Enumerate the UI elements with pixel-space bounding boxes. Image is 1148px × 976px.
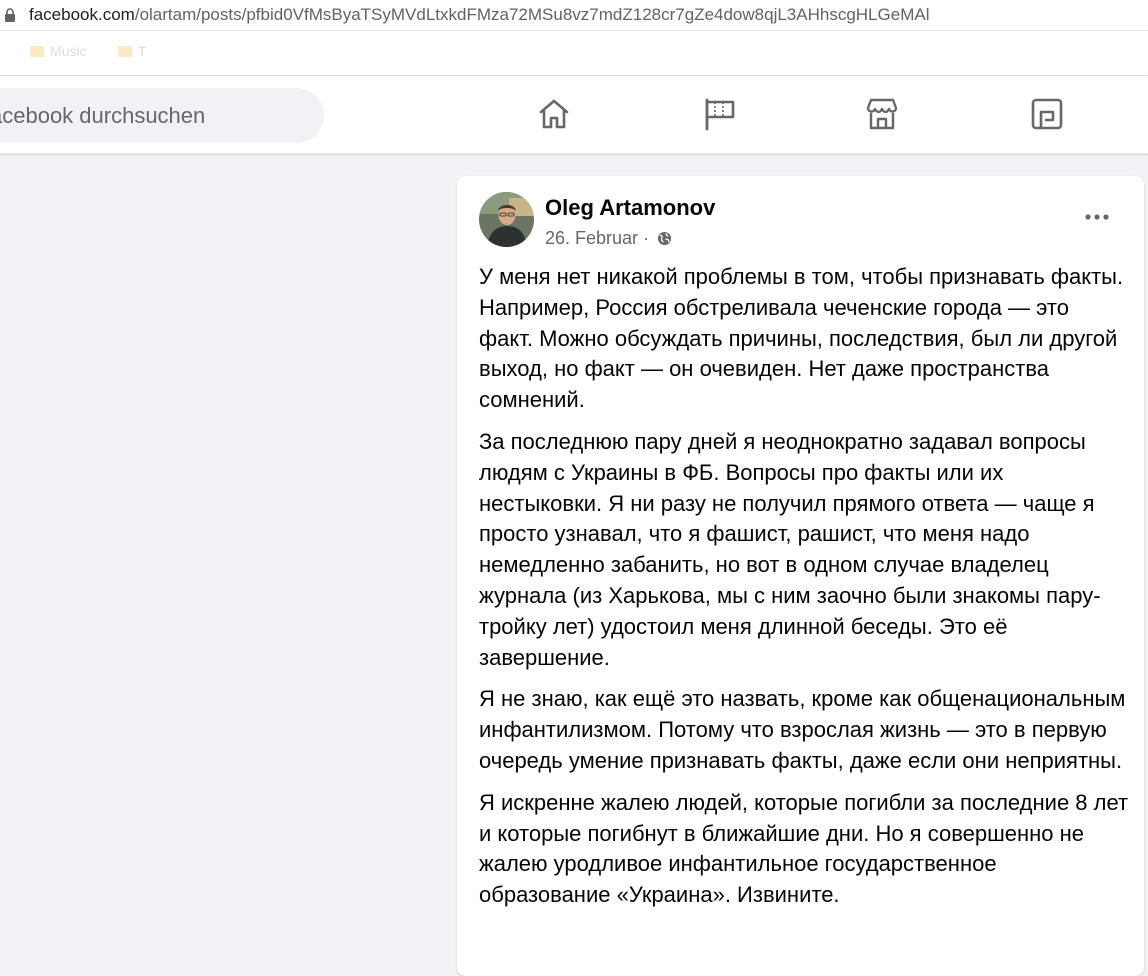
lock-icon bbox=[5, 8, 15, 22]
post-paragraph-1: У меня нет никакой проблемы в том, чтобы… bbox=[479, 264, 1124, 413]
post-card: Oleg Artamonov 26. Februar · У меня нет … bbox=[457, 176, 1144, 976]
url-text[interactable]: facebook.com/olartam/posts/pfbid0VfMsBya… bbox=[29, 5, 929, 25]
browser-address-bar[interactable]: facebook.com/olartam/posts/pfbid0VfMsBya… bbox=[0, 0, 1148, 31]
search-box[interactable] bbox=[0, 88, 324, 143]
facebook-header bbox=[0, 76, 1148, 154]
bookmark-t[interactable]: T bbox=[118, 43, 147, 59]
post-paragraph-4: Я искренне жалею людей, которые погибли … bbox=[479, 789, 1129, 908]
more-options-icon[interactable] bbox=[1079, 203, 1115, 231]
post-body: У меня нет никакой проблемы в том, чтобы… bbox=[479, 262, 1129, 922]
pages-flag-icon[interactable] bbox=[702, 96, 738, 132]
post-paragraph-2: За последнюю пару дней я неоднократно за… bbox=[479, 428, 1101, 670]
post-date[interactable]: 26. Februar bbox=[545, 228, 638, 248]
meta-separator: · bbox=[643, 228, 650, 248]
author-name[interactable]: Oleg Artamonov bbox=[545, 195, 715, 221]
bookmarks-bar: Music T bbox=[0, 31, 1148, 76]
search-input[interactable] bbox=[0, 88, 300, 143]
marketplace-icon[interactable] bbox=[864, 96, 900, 132]
bookmark-music[interactable]: Music bbox=[30, 43, 87, 59]
globe-icon[interactable] bbox=[657, 231, 672, 246]
home-icon[interactable] bbox=[536, 96, 572, 132]
post-paragraph-3: Я не знаю, как ещё это назвать, кроме ка… bbox=[479, 686, 1126, 773]
post-meta: 26. Februar · bbox=[545, 228, 672, 249]
url-path: /olartam/posts/pfbid0VfMsByaTSyMVdLtxkdF… bbox=[134, 5, 930, 24]
bookmark-label: Music bbox=[50, 43, 87, 59]
gaming-icon[interactable] bbox=[1029, 96, 1065, 132]
folder-icon bbox=[118, 46, 132, 57]
bookmark-label: T bbox=[138, 43, 147, 59]
avatar[interactable] bbox=[479, 192, 534, 247]
folder-icon bbox=[30, 46, 44, 57]
url-domain: facebook.com bbox=[29, 5, 135, 24]
